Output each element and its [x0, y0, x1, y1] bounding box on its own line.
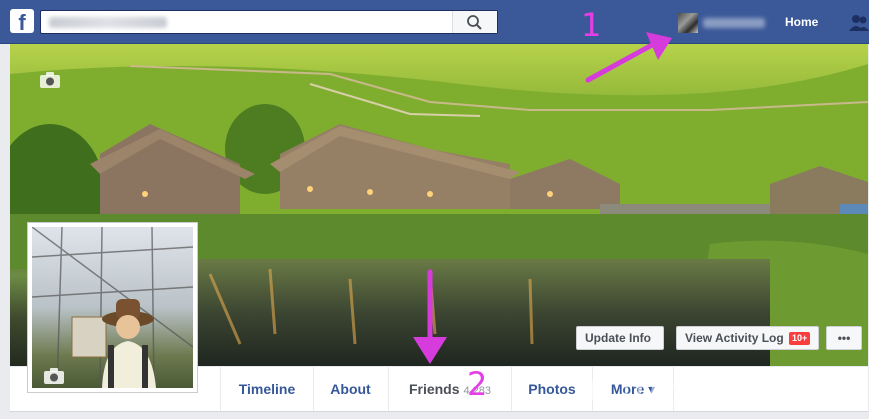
- cover-camera-button[interactable]: [39, 71, 61, 89]
- profile-photo: [32, 227, 193, 388]
- tab-friends-label: Friends: [408, 381, 460, 397]
- friend-requests-button[interactable]: [848, 13, 869, 33]
- watermark-text: uantrimang: [632, 368, 869, 417]
- annotation-number-1: 1: [581, 6, 602, 44]
- watermark-logo: [590, 371, 628, 409]
- search-button[interactable]: [452, 11, 497, 33]
- tab-photos[interactable]: Photos: [512, 367, 593, 411]
- update-info-button[interactable]: Update Info: [576, 326, 664, 350]
- tab-timeline[interactable]: Timeline: [220, 367, 314, 411]
- friend-requests-icon: [849, 15, 869, 31]
- profile-photo-scene: [32, 227, 193, 388]
- profile-picture[interactable]: [27, 222, 198, 393]
- top-bar: f Home: [0, 0, 869, 44]
- profile-camera-button[interactable]: [43, 367, 65, 385]
- profile-name-blurred[interactable]: [703, 18, 765, 28]
- nav-home-link[interactable]: Home: [785, 15, 818, 29]
- search-icon: [467, 15, 482, 30]
- facebook-logo[interactable]: f: [10, 9, 34, 33]
- profile-avatar-small[interactable]: [678, 13, 698, 33]
- camera-icon: [44, 368, 64, 384]
- annotation-number-2: 2: [467, 365, 488, 403]
- camera-icon: [40, 72, 60, 88]
- search-query-blurred: [49, 17, 167, 28]
- tab-friends[interactable]: Friends 4,283: [389, 367, 512, 411]
- more-options-button[interactable]: •••: [826, 326, 862, 350]
- tab-about[interactable]: About: [313, 367, 389, 411]
- view-activity-log-label: View Activity Log: [685, 331, 784, 345]
- activity-count-badge: 10+: [789, 332, 811, 345]
- search-box[interactable]: [40, 10, 498, 34]
- view-activity-log-button[interactable]: View Activity Log 10+: [676, 326, 819, 350]
